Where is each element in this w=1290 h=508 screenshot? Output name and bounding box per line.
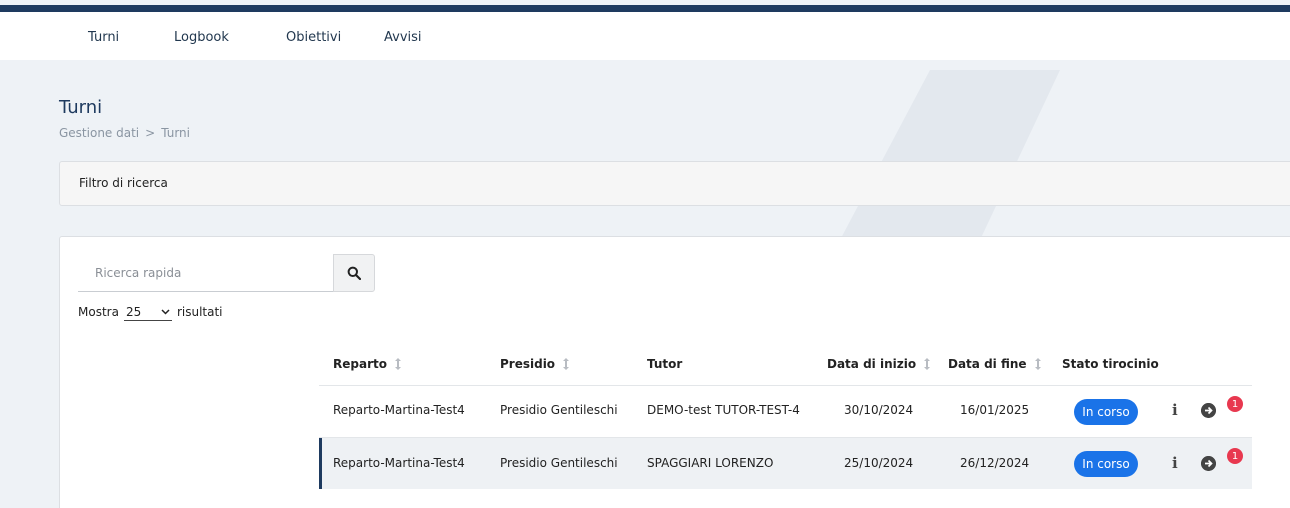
column-header-data-fine[interactable]: Data di fine <box>948 357 1042 371</box>
search-icon <box>347 266 361 280</box>
breadcrumb-separator: > <box>145 126 156 140</box>
info-icon[interactable]: i <box>1172 401 1178 419</box>
cell-tutor: DEMO-test TUTOR-TEST-4 <box>647 403 800 417</box>
main-nav: Turni Logbook Obiettivi Avvisi <box>0 12 1290 60</box>
cell-reparto: Reparto-Martina-Test4 <box>333 456 465 470</box>
page-length-value: 25 <box>125 304 142 319</box>
column-header-label: Data di inizio <box>827 357 917 371</box>
info-icon[interactable]: i <box>1172 454 1178 472</box>
status-badge: In corso <box>1074 399 1138 425</box>
sort-icon[interactable] <box>394 357 402 371</box>
column-header-label: Presidio <box>500 357 556 371</box>
cell-presidio: Presidio Gentileschi <box>500 456 618 470</box>
column-header-tutor: Tutor <box>647 357 682 371</box>
sort-icon[interactable] <box>562 357 570 371</box>
column-header-stato: Stato tirocinio <box>1062 357 1159 371</box>
column-header-presidio[interactable]: Presidio <box>500 357 570 371</box>
quick-search-input[interactable] <box>78 254 334 292</box>
page-length-control: Mostra 25 risultati <box>78 303 223 321</box>
arrow-right-circle-icon[interactable] <box>1201 456 1216 471</box>
column-header-label: Data di fine <box>948 357 1027 371</box>
breadcrumb: Gestione dati > Turni <box>59 126 190 140</box>
chevron-down-icon <box>161 308 170 315</box>
column-header-label: Tutor <box>647 357 683 371</box>
status-badge: In corso <box>1074 451 1138 477</box>
sort-icon[interactable] <box>923 357 931 371</box>
cell-data-inizio: 25/10/2024 <box>844 456 914 470</box>
cell-presidio: Presidio Gentileschi <box>500 403 618 417</box>
nav-item-turni[interactable]: Turni <box>88 30 119 45</box>
notification-badge: 1 <box>1227 396 1243 412</box>
nav-item-avvisi[interactable]: Avvisi <box>384 30 422 45</box>
length-prefix: Mostra <box>78 305 119 319</box>
cell-data-fine: 26/12/2024 <box>960 456 1030 470</box>
cell-reparto: Reparto-Martina-Test4 <box>333 403 465 417</box>
breadcrumb-current: Turni <box>161 126 190 140</box>
brand-topbar <box>0 5 1290 12</box>
column-header-data-inizio[interactable]: Data di inizio <box>827 357 931 371</box>
search-filter-panel[interactable]: Filtro di ricerca <box>59 161 1290 206</box>
column-header-label: Stato tirocinio <box>1062 357 1159 371</box>
length-suffix: risultati <box>176 305 223 319</box>
cell-data-fine: 16/01/2025 <box>960 403 1030 417</box>
column-header-reparto[interactable]: Reparto <box>333 357 402 371</box>
cell-tutor: SPAGGIARI LORENZO <box>647 456 774 470</box>
cell-data-inizio: 30/10/2024 <box>844 403 914 417</box>
page-length-select[interactable]: 25 <box>123 303 172 321</box>
notification-badge: 1 <box>1227 448 1243 464</box>
search-button[interactable] <box>333 254 375 292</box>
column-header-label: Reparto <box>333 357 387 371</box>
breadcrumb-root[interactable]: Gestione dati <box>59 126 139 140</box>
nav-item-obiettivi[interactable]: Obiettivi <box>286 30 341 45</box>
arrow-right-circle-icon[interactable] <box>1201 403 1216 418</box>
nav-item-logbook[interactable]: Logbook <box>174 30 229 45</box>
page-title: Turni <box>59 97 103 118</box>
sort-icon[interactable] <box>1034 357 1042 371</box>
filter-panel-title: Filtro di ricerca <box>79 176 168 190</box>
